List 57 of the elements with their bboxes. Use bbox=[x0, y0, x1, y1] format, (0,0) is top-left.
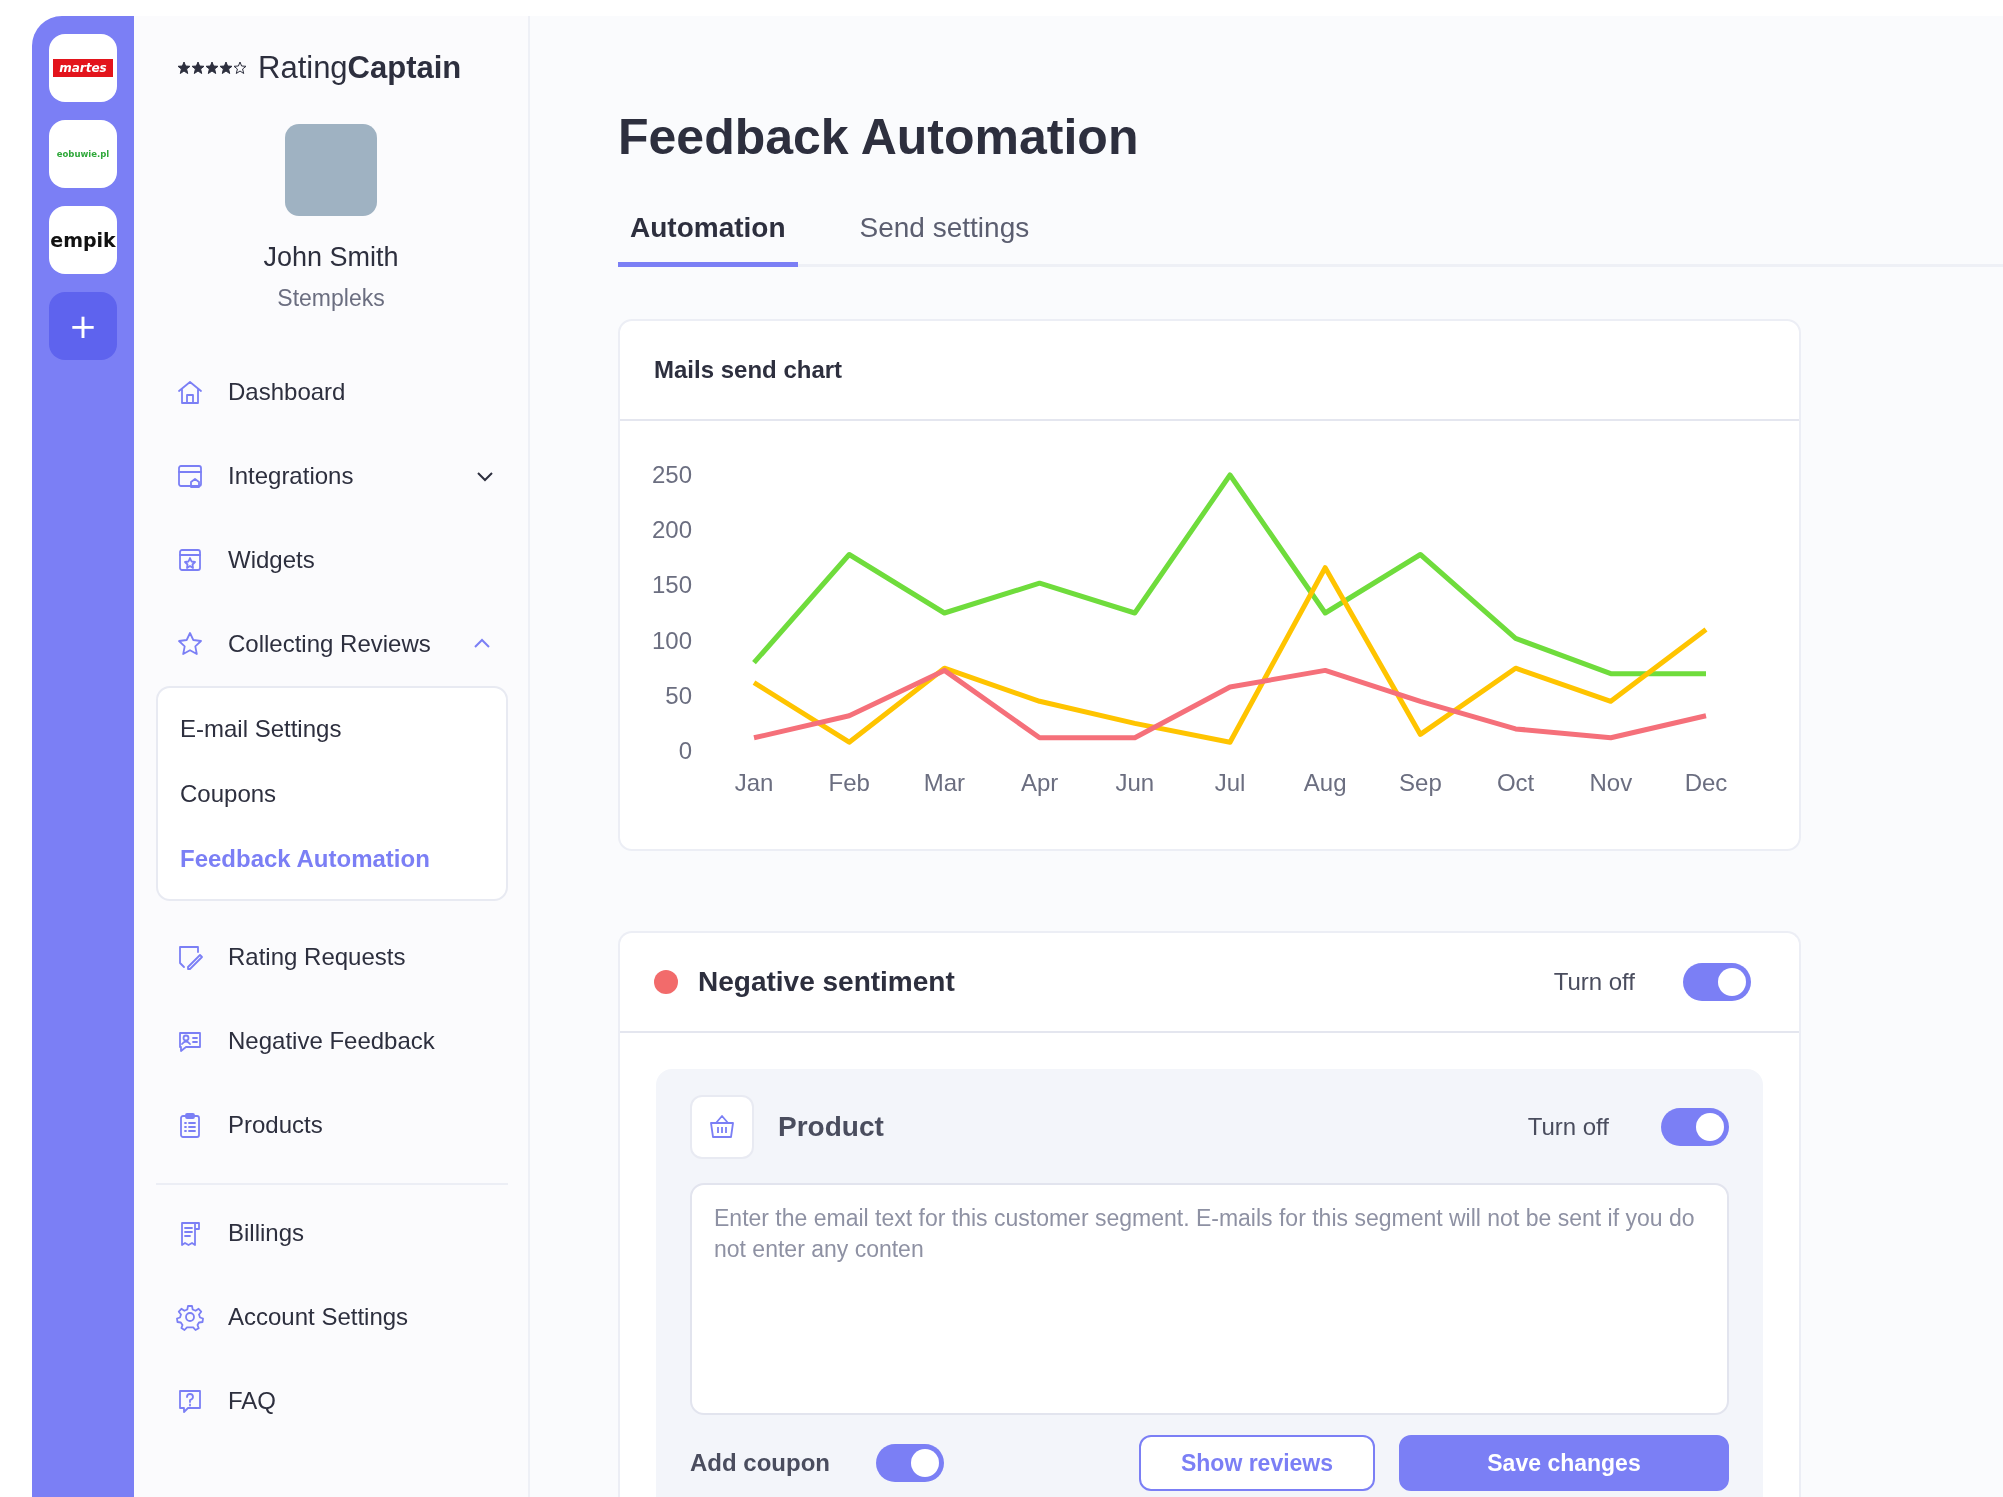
stars-logo-icon bbox=[178, 62, 246, 74]
y-axis-label: 100 bbox=[651, 626, 692, 654]
card-title: Mails send chart bbox=[620, 321, 1799, 421]
sidebar-item[interactable]: Rating Requests bbox=[156, 915, 508, 999]
x-axis-label: Mar bbox=[923, 769, 966, 796]
y-axis-label: 200 bbox=[651, 516, 692, 544]
basket-icon bbox=[708, 1113, 736, 1141]
x-axis-label: Aug bbox=[1303, 769, 1347, 796]
y-axis-label: 150 bbox=[651, 571, 692, 599]
chat-pen-icon bbox=[176, 943, 204, 971]
sidebar-item[interactable]: Integrations bbox=[156, 434, 508, 518]
y-axis-label: 0 bbox=[678, 737, 692, 764]
coupon-label: Add coupon bbox=[690, 1449, 830, 1477]
tab[interactable]: Automation bbox=[618, 202, 798, 267]
sidebar-item[interactable]: Negative Feedback bbox=[156, 999, 508, 1083]
sidebar-item[interactable]: Collecting Reviews bbox=[156, 602, 508, 686]
page-title: Feedback Automation bbox=[618, 108, 1139, 166]
x-axis-label: Jul bbox=[1214, 769, 1246, 796]
toggle-label: Turn off bbox=[1553, 968, 1635, 996]
email-text-field[interactable]: Enter the email text for this customer segment. E-mails for this segment will not be sent if you do not enter any conten bbox=[690, 1183, 1729, 1415]
add-store-button[interactable]: + bbox=[49, 292, 117, 360]
company-name: Stempleks bbox=[277, 285, 385, 312]
settings-icon bbox=[176, 1303, 204, 1331]
toggle-switch[interactable] bbox=[1683, 963, 1751, 1001]
user-name: John Smith bbox=[263, 242, 399, 273]
star-icon bbox=[176, 630, 204, 658]
toggle-switch[interactable] bbox=[875, 1444, 944, 1482]
segment-title: Negative sentiment bbox=[698, 966, 955, 998]
sidebar-item[interactable]: FAQ bbox=[156, 1359, 508, 1443]
store-logo[interactable]: empik bbox=[49, 206, 117, 274]
product-title: Product bbox=[778, 1111, 884, 1143]
x-axis-label: Nov bbox=[1589, 769, 1633, 796]
store-logo[interactable]: martes bbox=[49, 34, 117, 102]
y-axis-label: 250 bbox=[651, 461, 692, 488]
toggle-switch[interactable] bbox=[1661, 1108, 1729, 1146]
toggle-label: Turn off bbox=[1527, 1113, 1609, 1141]
sidebar-item[interactable]: Billings bbox=[156, 1191, 508, 1275]
submenu-item[interactable]: Coupons bbox=[158, 761, 506, 826]
sidebar-item[interactable]: Dashboard bbox=[156, 350, 508, 434]
sidebar-item[interactable]: Account Settings bbox=[156, 1275, 508, 1359]
x-axis-label: Oct bbox=[1496, 769, 1535, 796]
y-axis-label: 50 bbox=[665, 681, 692, 709]
x-axis-label: Sep bbox=[1399, 769, 1442, 796]
sidebar-item[interactable]: Products bbox=[156, 1083, 508, 1167]
x-axis-label: Feb bbox=[828, 769, 870, 796]
x-axis-label: Jan bbox=[734, 769, 774, 796]
submenu-item[interactable]: E-mail Settings bbox=[158, 696, 506, 761]
x-axis-label: Apr bbox=[1020, 769, 1059, 796]
tab[interactable]: Send settings bbox=[847, 202, 1042, 267]
x-axis-label: Jun bbox=[1115, 769, 1155, 796]
app-logo-text: RatingCaptain bbox=[258, 50, 462, 86]
x-axis-label: Dec bbox=[1684, 769, 1728, 796]
browser-window-icon bbox=[176, 462, 204, 490]
widget-icon bbox=[176, 546, 204, 574]
sidebar-item[interactable]: Widgets bbox=[156, 518, 508, 602]
help-icon bbox=[176, 1387, 204, 1415]
house-icon bbox=[176, 378, 204, 406]
